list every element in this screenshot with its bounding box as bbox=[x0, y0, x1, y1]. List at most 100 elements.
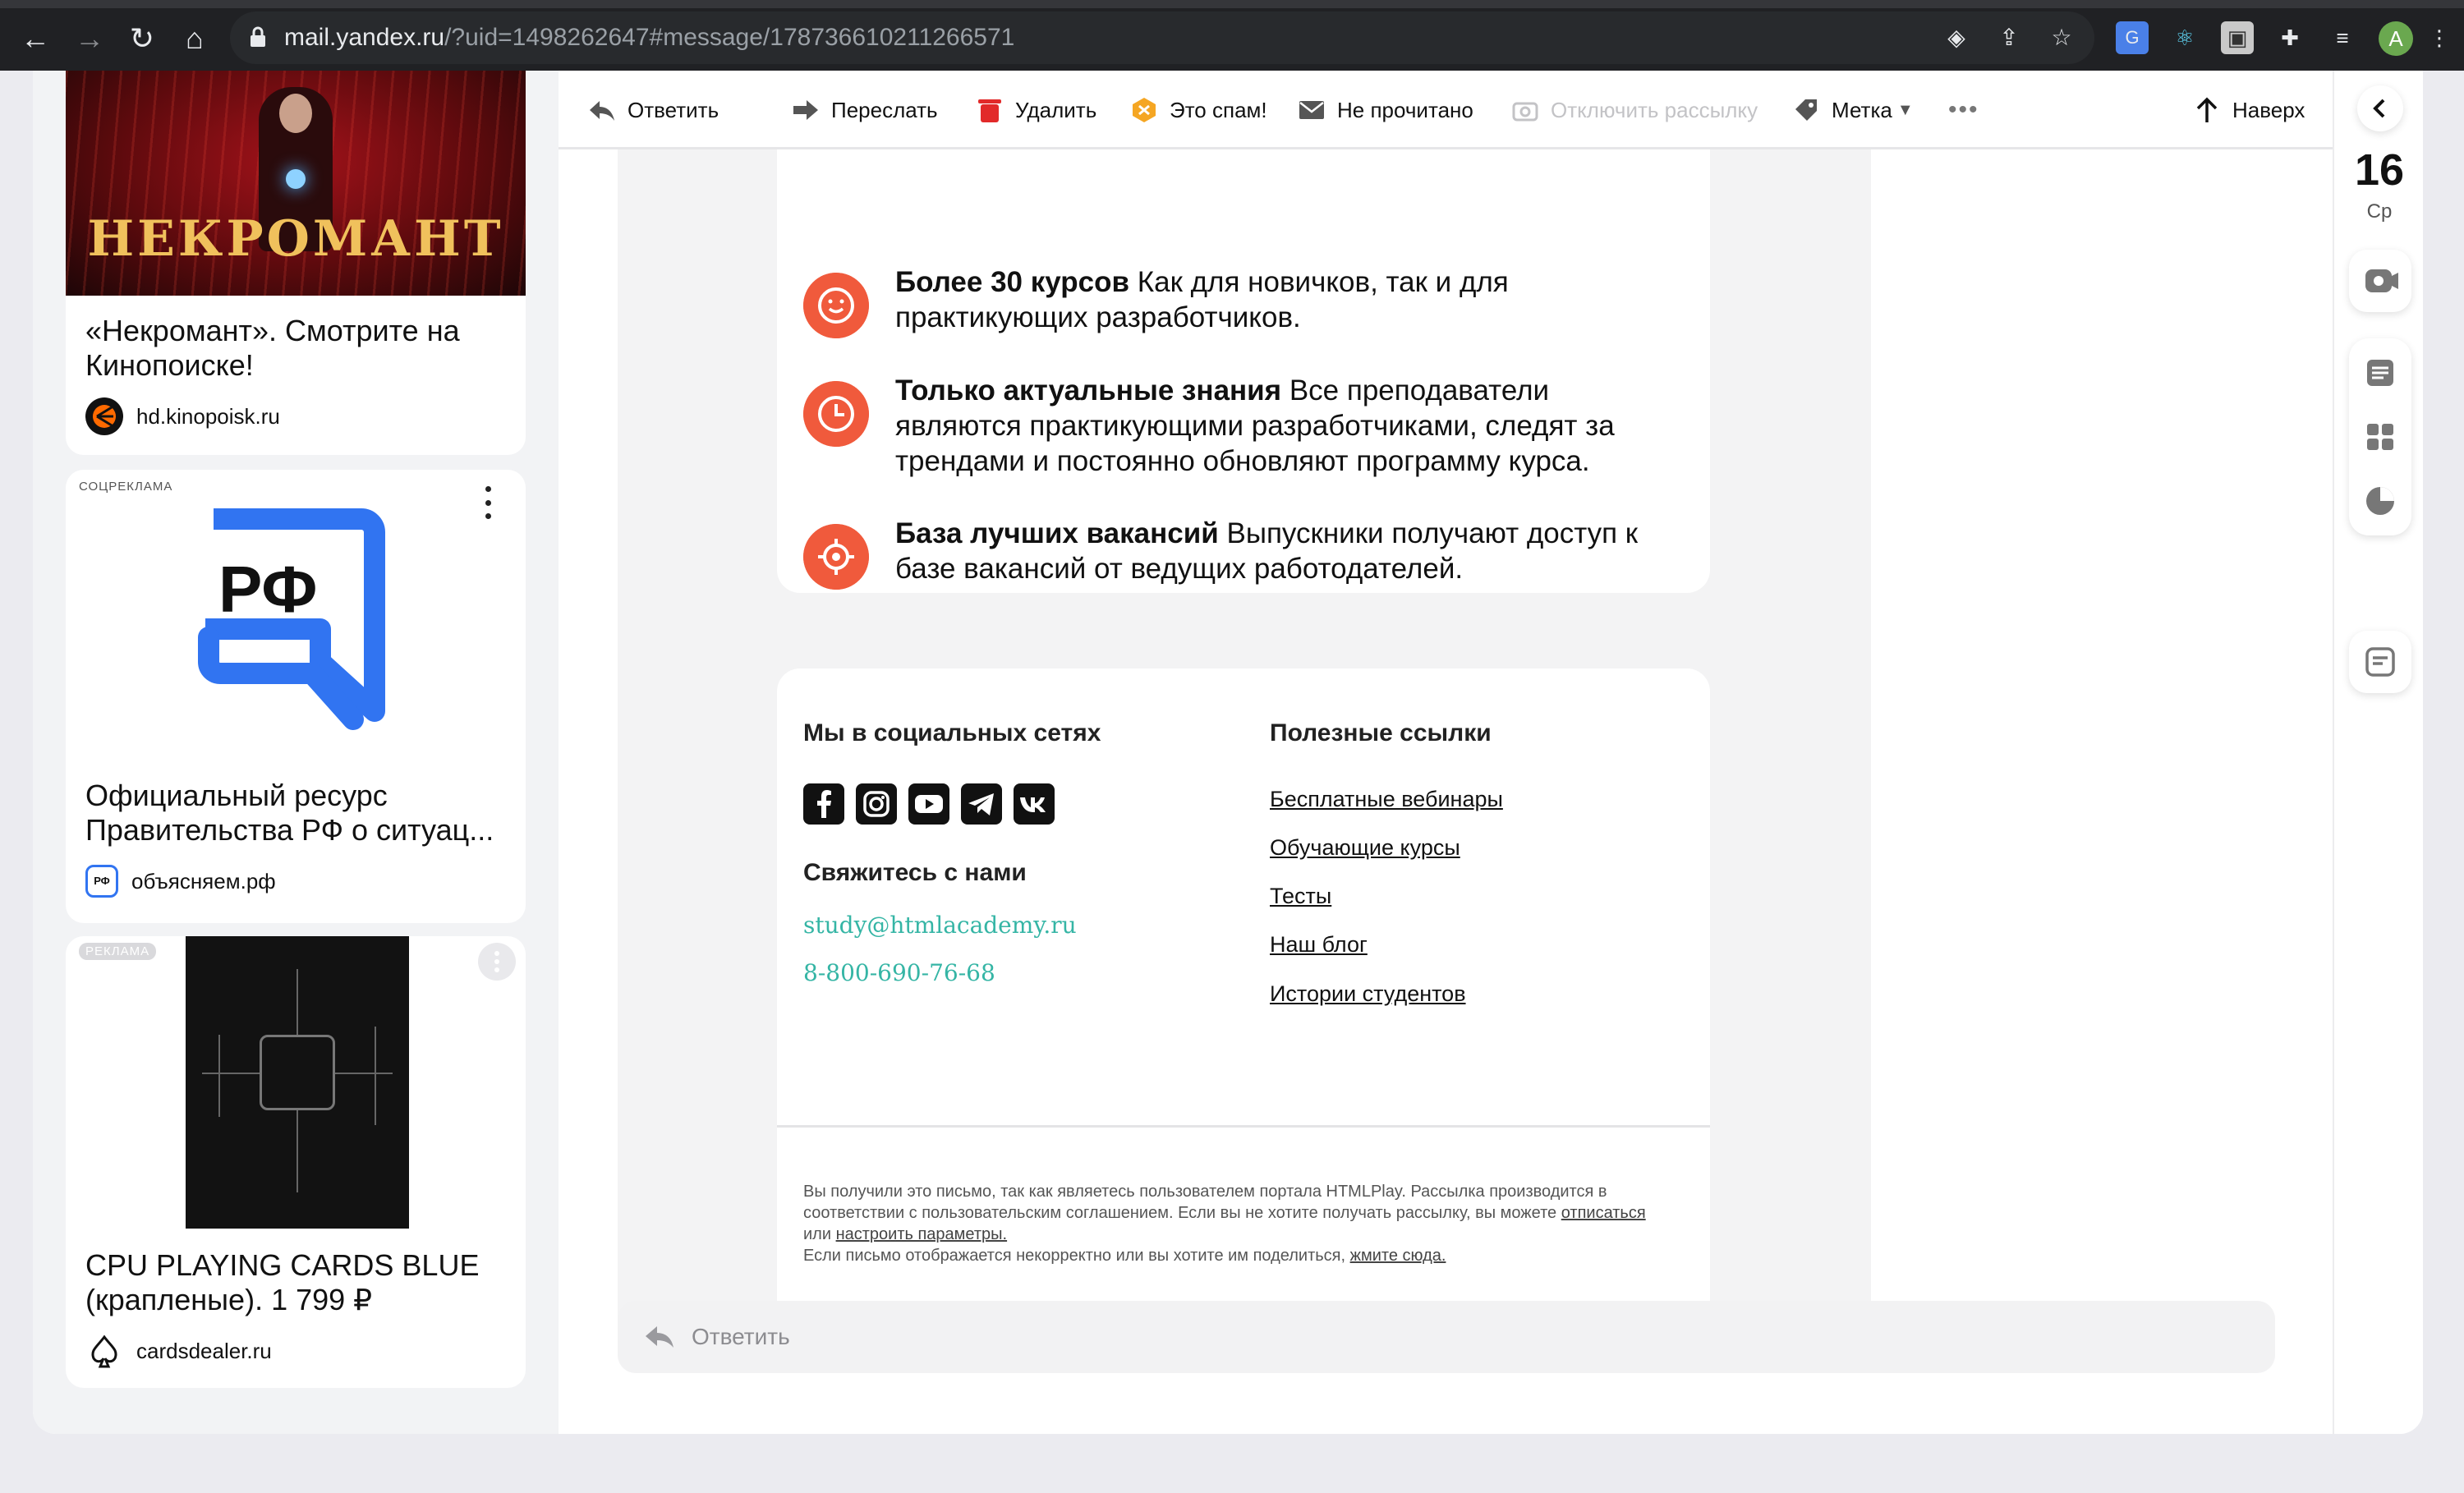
extension-icon[interactable]: ▣ bbox=[2221, 21, 2254, 54]
poster-title: НЕКРОМАНТ bbox=[87, 210, 504, 268]
url-path: /?uid=1498262647#message/178736610211266… bbox=[444, 24, 1015, 51]
apps-group bbox=[2349, 338, 2411, 535]
calendar-date[interactable]: 16 bbox=[2334, 145, 2423, 195]
spade-logo-icon bbox=[85, 1332, 123, 1370]
react-devtools-icon[interactable]: ⚛ bbox=[2168, 21, 2201, 54]
apps-grid-icon[interactable] bbox=[2349, 406, 2411, 468]
delete-button[interactable]: Удалить bbox=[976, 71, 1096, 149]
back-arrow-icon[interactable]: ← bbox=[15, 18, 56, 59]
address-bar[interactable]: mail.yandex.ru/?uid=1498262647#message/1… bbox=[230, 11, 2094, 64]
footer-divider bbox=[777, 1125, 1710, 1128]
kinopoisk-logo-icon bbox=[85, 397, 123, 435]
profile-avatar[interactable]: A bbox=[2379, 21, 2413, 56]
ads-column: НЕКРОМАНТ «Некромант». Смотрите на Киноп… bbox=[33, 71, 559, 1434]
ad-label: РЕКЛАМА bbox=[79, 943, 157, 960]
ad-text[interactable]: CPU PLAYING CARDS BLUE (крапленые). 1 79… bbox=[85, 1248, 513, 1317]
rf-logo-text: РФ bbox=[218, 553, 318, 626]
right-rail: 16 Ср bbox=[2333, 71, 2423, 1434]
ad-source-domain: объясняем.рф bbox=[131, 868, 276, 894]
features-card: Более 30 курсов Как для новичков, так и … bbox=[777, 149, 1710, 593]
feature-title: Более 30 курсов bbox=[895, 266, 1130, 298]
browser-toolbar: ← → ↻ ⌂ mail.yandex.ru/?uid=1498262647#m… bbox=[0, 0, 2464, 71]
notes-icon[interactable] bbox=[2349, 342, 2411, 404]
delete-label: Удалить bbox=[1015, 97, 1097, 122]
translate-extension-icon[interactable]: G bbox=[2116, 21, 2149, 54]
reload-icon[interactable]: ↻ bbox=[122, 18, 163, 59]
link-tests[interactable]: Тесты bbox=[1270, 884, 1331, 909]
browser-menu-icon[interactable]: ⋮ bbox=[2423, 21, 2456, 54]
label-dropdown[interactable]: Метка ▼ bbox=[1792, 71, 1914, 149]
view-online-link[interactable]: жмите сюда. bbox=[1350, 1247, 1446, 1265]
tag-icon bbox=[1795, 99, 1817, 121]
contact-heading: Свяжитесь с нами bbox=[803, 859, 1027, 886]
mail-window: НЕКРОМАНТ «Некромант». Смотрите на Киноп… bbox=[33, 71, 2423, 1434]
social-heading: Мы в социальных сетях bbox=[803, 719, 1101, 746]
unsubscribe-label: Отключить рассылку bbox=[1551, 97, 1758, 122]
spam-label: Это спам! bbox=[1170, 97, 1267, 122]
ad-card-cards[interactable]: РЕКЛАМА CPU PLAYING CARDS BLUE (краплены… bbox=[66, 936, 526, 1388]
lock-icon bbox=[251, 26, 265, 47]
more-options-icon[interactable] bbox=[483, 486, 493, 519]
mark-unread-button[interactable]: Не прочитано bbox=[1298, 71, 1473, 149]
rf-logo-icon bbox=[198, 508, 385, 730]
vk-icon[interactable] bbox=[1014, 783, 1055, 825]
settings-link[interactable]: настроить параметры. bbox=[836, 1225, 1008, 1243]
chevron-left-icon bbox=[2373, 99, 2385, 118]
telegram-icon[interactable] bbox=[961, 783, 1002, 825]
rf-badge-icon: РФ bbox=[85, 865, 118, 898]
link-courses[interactable]: Обучающие курсы bbox=[1270, 835, 1460, 861]
telemost-button[interactable] bbox=[2349, 250, 2411, 312]
footer-card: Мы в социальных сетях Свяжитесь с нами s… bbox=[777, 668, 1710, 1348]
reply-arrow-icon bbox=[590, 101, 614, 121]
feature-text: База лучших вакансий Выпускники получают… bbox=[895, 516, 1667, 586]
up-label: Наверх bbox=[2232, 97, 2305, 122]
link-blog[interactable]: Наш блог bbox=[1270, 932, 1368, 958]
tab-strip bbox=[0, 0, 2464, 8]
forward-label: Переслать bbox=[831, 97, 938, 122]
more-options-icon[interactable] bbox=[478, 943, 516, 981]
email-link[interactable]: study@htmlacademy.ru bbox=[803, 912, 1077, 939]
spam-button[interactable]: Это спам! bbox=[1130, 71, 1267, 149]
links-heading: Полезные ссылки bbox=[1270, 719, 1492, 746]
home-icon[interactable]: ⌂ bbox=[174, 18, 215, 59]
share-icon[interactable]: ⇪ bbox=[1996, 25, 2022, 51]
arrow-up-icon bbox=[2196, 97, 2218, 122]
bookmark-star-icon[interactable]: ☆ bbox=[2048, 25, 2075, 51]
smile-icon bbox=[803, 273, 869, 338]
ad-source[interactable]: hd.kinopoisk.ru bbox=[85, 397, 280, 435]
quick-reply-label: Ответить bbox=[692, 1324, 790, 1349]
news-button[interactable] bbox=[2349, 631, 2411, 693]
ad-text[interactable]: «Некромант». Смотрите на Кинопоиске! bbox=[85, 314, 480, 383]
ad-card-kinopoisk[interactable]: НЕКРОМАНТ «Некромант». Смотрите на Киноп… bbox=[66, 71, 526, 455]
unsubscribe-link[interactable]: отписаться bbox=[1561, 1204, 1646, 1222]
unsubscribe-button[interactable]: Отключить рассылку bbox=[1511, 71, 1758, 149]
puzzle-extensions-icon[interactable]: ✚ bbox=[2273, 21, 2306, 54]
more-actions-icon[interactable]: ••• bbox=[1948, 71, 1979, 149]
install-icon[interactable]: ◈ bbox=[1943, 25, 1970, 51]
scroll-top-button[interactable]: Наверх bbox=[2193, 71, 2305, 149]
reply-button[interactable]: Ответить bbox=[588, 71, 719, 149]
disk-usage-icon[interactable] bbox=[2349, 470, 2411, 532]
ad-source[interactable]: РФ объясняем.рф bbox=[85, 862, 276, 900]
forward-button[interactable]: Переслать bbox=[792, 71, 938, 149]
quick-reply-bar[interactable]: Ответить bbox=[618, 1301, 2275, 1373]
clock-icon bbox=[803, 381, 869, 447]
unread-label: Не прочитано bbox=[1337, 97, 1473, 122]
ad-source[interactable]: cardsdealer.ru bbox=[85, 1332, 272, 1370]
phone-link[interactable]: 8-800-690-76-68 bbox=[803, 959, 995, 986]
document-icon bbox=[2365, 647, 2395, 677]
forward-arrow-icon bbox=[793, 100, 818, 120]
reply-arrow-icon bbox=[646, 1326, 673, 1348]
facebook-icon[interactable] bbox=[803, 783, 844, 825]
instagram-icon[interactable] bbox=[856, 783, 897, 825]
chip-graphic bbox=[260, 1035, 335, 1110]
forward-arrow-icon[interactable]: → bbox=[69, 18, 110, 59]
media-control-icon[interactable]: ≡ bbox=[2326, 21, 2359, 54]
youtube-icon[interactable] bbox=[908, 783, 949, 825]
ad-card-rf[interactable]: СОЦРЕКЛАМА РФ Официальный ресурс Правите… bbox=[66, 470, 526, 923]
ad-text[interactable]: Официальный ресурс Правительства РФ о си… bbox=[85, 779, 513, 848]
link-stories[interactable]: Истории студентов bbox=[1270, 981, 1466, 1007]
url-text: mail.yandex.ru/?uid=1498262647#message/1… bbox=[284, 11, 1014, 64]
collapse-rail-button[interactable] bbox=[2357, 85, 2403, 131]
link-webinars[interactable]: Бесплатные вебинары bbox=[1270, 787, 1503, 812]
